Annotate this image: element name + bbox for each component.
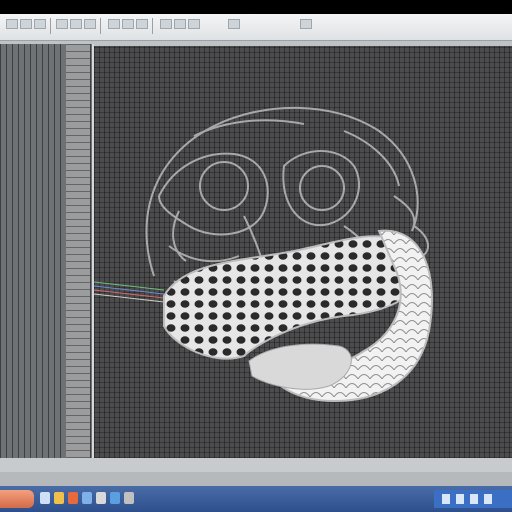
open-icon[interactable] bbox=[20, 19, 32, 29]
copy-icon[interactable] bbox=[122, 19, 134, 29]
model-render bbox=[94, 106, 433, 403]
render-icon[interactable] bbox=[300, 19, 312, 29]
paste-icon[interactable] bbox=[136, 19, 148, 29]
explorer-icon[interactable] bbox=[40, 492, 50, 504]
clock-icon[interactable] bbox=[470, 494, 478, 504]
vertical-ruler bbox=[66, 44, 90, 458]
status-panel bbox=[0, 458, 512, 472]
network-icon[interactable] bbox=[442, 494, 450, 504]
volume-icon[interactable] bbox=[456, 494, 464, 504]
undo-icon[interactable] bbox=[70, 19, 82, 29]
guide-lines bbox=[94, 281, 165, 303]
toolbar-separator bbox=[152, 18, 153, 34]
redo-icon[interactable] bbox=[84, 19, 96, 29]
system-tray bbox=[434, 490, 512, 508]
toolbar-separator bbox=[100, 18, 101, 34]
tube-underside bbox=[248, 343, 352, 390]
zoom-icon[interactable] bbox=[160, 19, 172, 29]
new-icon[interactable] bbox=[6, 19, 18, 29]
folder-icon[interactable] bbox=[54, 492, 64, 504]
window-icon[interactable] bbox=[96, 492, 106, 504]
rotate-icon[interactable] bbox=[188, 19, 200, 29]
task-icon[interactable] bbox=[124, 492, 134, 504]
start-button[interactable] bbox=[0, 490, 34, 508]
toolbar-separator bbox=[50, 18, 51, 34]
notification-icon[interactable] bbox=[484, 494, 492, 504]
task-icon[interactable] bbox=[110, 492, 120, 504]
select-icon[interactable] bbox=[228, 19, 240, 29]
app-window bbox=[0, 14, 512, 512]
save-icon[interactable] bbox=[34, 19, 46, 29]
toolbar bbox=[0, 14, 512, 41]
cut-icon[interactable] bbox=[108, 19, 120, 29]
pan-icon[interactable] bbox=[174, 19, 186, 29]
app-icon[interactable] bbox=[68, 492, 78, 504]
taskbar bbox=[0, 486, 512, 512]
print-icon[interactable] bbox=[56, 19, 68, 29]
3d-viewport[interactable] bbox=[94, 46, 512, 458]
browser-icon[interactable] bbox=[82, 492, 92, 504]
